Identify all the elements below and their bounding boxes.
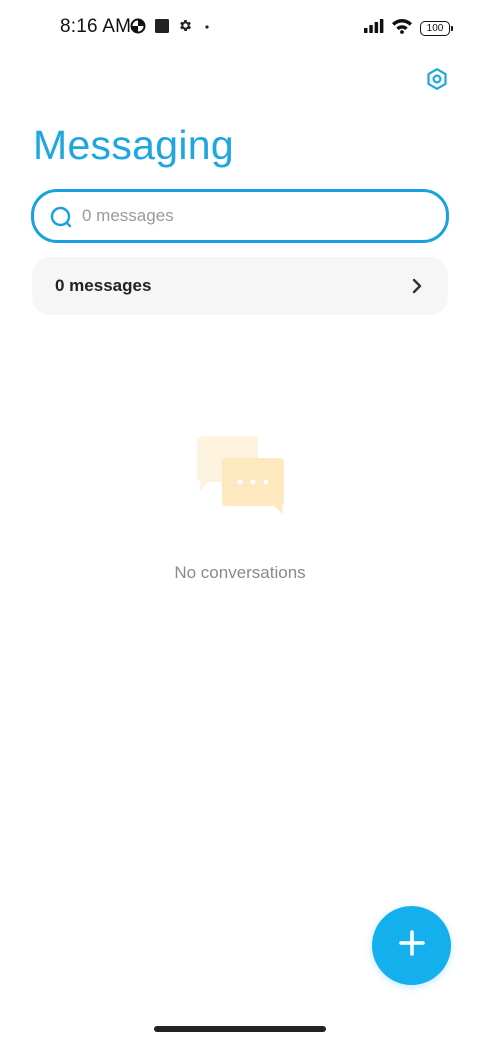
empty-state-text: No conversations: [174, 563, 306, 582]
settings-hexagon-icon: [425, 67, 449, 96]
chat-bubbles-icon: [194, 434, 290, 518]
system-icons: 100: [364, 17, 453, 39]
chevron-right-icon: [410, 277, 424, 295]
settings-button[interactable]: [420, 64, 454, 98]
page-title: Messaging: [33, 122, 234, 168]
messaging-screen: 8:16 AM 100 Messaging 0 messages 0 messa…: [0, 0, 480, 1040]
search-icon: [49, 205, 73, 229]
dot-icon: [202, 19, 212, 37]
wifi-icon: [391, 18, 413, 39]
notification-icons: [130, 18, 212, 38]
search-input[interactable]: [82, 202, 422, 230]
plus-icon: [398, 929, 426, 962]
status-time: 8:16 AM: [60, 16, 132, 37]
signal-icon: [364, 18, 384, 38]
gear-notification-icon: [178, 18, 193, 38]
home-indicator[interactable]: [154, 1026, 326, 1032]
messages-row-label: 0 messages: [55, 276, 152, 295]
status-bar: 8:16 AM 100: [0, 0, 480, 56]
all-messages-row[interactable]: 0 messages: [32, 257, 448, 315]
data-saver-icon: [130, 18, 146, 39]
search-bar[interactable]: [31, 189, 449, 243]
new-message-button[interactable]: [372, 906, 451, 985]
battery-icon: 100: [420, 20, 453, 36]
square-notification-icon: [155, 18, 169, 38]
